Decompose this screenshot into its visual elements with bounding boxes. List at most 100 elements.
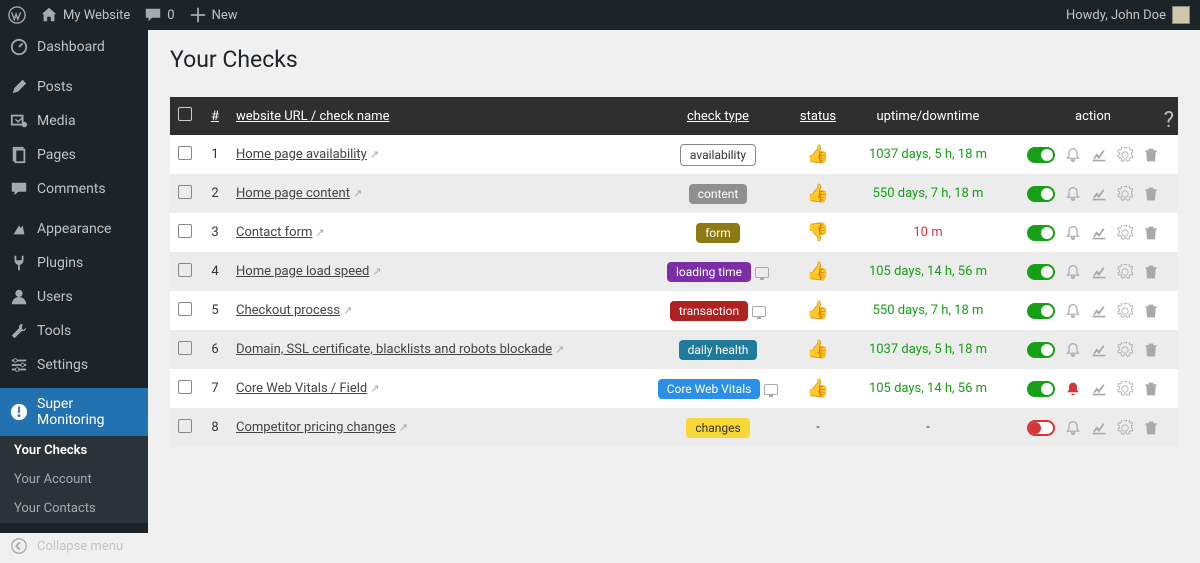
check-name-link[interactable]: Home page load speed xyxy=(236,264,369,279)
trash-icon[interactable] xyxy=(1143,225,1159,241)
new-content-link[interactable]: New xyxy=(189,6,238,24)
howdy-text[interactable]: Howdy, John Doe xyxy=(1066,8,1166,23)
sidebar-item-appearance[interactable]: Appearance xyxy=(0,212,148,246)
sidebar-item-users[interactable]: Users xyxy=(0,280,148,314)
trash-icon[interactable] xyxy=(1143,264,1159,280)
row-checkbox[interactable] xyxy=(178,419,192,433)
chart-icon[interactable] xyxy=(1091,303,1107,319)
uptime-cell: 550 days, 7 h, 18 m xyxy=(848,174,1008,213)
check-name-link[interactable]: Home page availability xyxy=(236,147,367,162)
trash-icon[interactable] xyxy=(1143,342,1159,358)
gear-icon[interactable] xyxy=(1117,225,1133,241)
col-number[interactable]: # xyxy=(200,97,230,135)
bell-icon[interactable] xyxy=(1065,147,1081,163)
bell-icon[interactable] xyxy=(1065,342,1081,358)
sidebar-item-dashboard[interactable]: Dashboard xyxy=(0,30,148,64)
gear-icon[interactable] xyxy=(1117,264,1133,280)
row-checkbox[interactable] xyxy=(178,146,192,160)
sidebar-item-comments[interactable]: Comments xyxy=(0,172,148,206)
gear-icon[interactable] xyxy=(1117,303,1133,319)
status-cell: 👍 xyxy=(788,135,848,174)
chart-icon[interactable] xyxy=(1091,264,1107,280)
submenu-your-account[interactable]: Your Account xyxy=(0,465,148,494)
check-type-badge: form xyxy=(696,223,740,243)
check-name-link[interactable]: Domain, SSL certificate, blacklists and … xyxy=(236,342,552,357)
sidebar-item-tools[interactable]: Tools xyxy=(0,314,148,348)
uptime-cell: 105 days, 14 h, 56 m xyxy=(848,252,1008,291)
enable-toggle[interactable] xyxy=(1027,264,1055,280)
submenu-your-contacts[interactable]: Your Contacts xyxy=(0,494,148,523)
monitor-icon xyxy=(764,384,778,395)
enable-toggle[interactable] xyxy=(1027,225,1055,241)
check-type-badge: loading time xyxy=(667,262,751,282)
chart-icon[interactable] xyxy=(1091,381,1107,397)
bell-icon[interactable] xyxy=(1065,303,1081,319)
enable-toggle[interactable] xyxy=(1027,303,1055,319)
trash-icon[interactable] xyxy=(1143,147,1159,163)
bell-icon[interactable] xyxy=(1065,186,1081,202)
check-type-badge: content xyxy=(689,184,748,204)
enable-toggle[interactable] xyxy=(1027,186,1055,202)
row-checkbox[interactable] xyxy=(178,263,192,277)
chart-icon[interactable] xyxy=(1091,342,1107,358)
select-all-checkbox[interactable] xyxy=(178,107,192,121)
sidebar-item-media[interactable]: Media xyxy=(0,104,148,138)
gear-icon[interactable] xyxy=(1117,147,1133,163)
row-checkbox[interactable] xyxy=(178,380,192,394)
avatar[interactable] xyxy=(1172,6,1190,24)
wp-logo[interactable] xyxy=(8,6,26,24)
help-icon[interactable]: ? xyxy=(1164,108,1174,133)
comments-link[interactable]: 0 xyxy=(144,6,174,24)
submenu-your-checks[interactable]: Your Checks xyxy=(0,436,148,465)
sidebar-item-settings[interactable]: Settings xyxy=(0,348,148,382)
sidebar-item-posts[interactable]: Posts xyxy=(0,70,148,104)
gear-icon[interactable] xyxy=(1117,381,1133,397)
col-type[interactable]: check type xyxy=(648,97,788,135)
row-checkbox[interactable] xyxy=(178,224,192,238)
bell-icon[interactable] xyxy=(1065,264,1081,280)
enable-toggle[interactable] xyxy=(1027,147,1055,163)
enable-toggle[interactable] xyxy=(1027,420,1055,436)
enable-toggle[interactable] xyxy=(1027,381,1055,397)
chart-icon[interactable] xyxy=(1091,420,1107,436)
bell-icon[interactable] xyxy=(1065,225,1081,241)
col-status[interactable]: status xyxy=(788,97,848,135)
check-name-link[interactable]: Core Web Vitals / Field xyxy=(236,381,367,396)
chart-icon[interactable] xyxy=(1091,225,1107,241)
bell-icon[interactable] xyxy=(1065,381,1081,397)
check-name-link[interactable]: Competitor pricing changes xyxy=(236,420,396,435)
col-uptime: uptime/downtime xyxy=(848,97,1008,135)
table-row: 7Core Web Vitals / Field↗Core Web Vitals… xyxy=(170,369,1178,408)
site-home-link[interactable]: My Website xyxy=(40,6,130,24)
check-name-link[interactable]: Checkout process xyxy=(236,303,340,318)
bell-icon[interactable] xyxy=(1065,420,1081,436)
col-name[interactable]: website URL / check name xyxy=(230,97,648,135)
gear-icon[interactable] xyxy=(1117,186,1133,202)
row-checkbox[interactable] xyxy=(178,302,192,316)
collapse-menu[interactable]: Collapse menu xyxy=(0,529,148,563)
chart-icon[interactable] xyxy=(1091,186,1107,202)
row-number: 4 xyxy=(200,252,230,291)
page-title: Your Checks xyxy=(170,46,1178,73)
sidebar-item-pages[interactable]: Pages xyxy=(0,138,148,172)
sidebar-item-plugins[interactable]: Plugins xyxy=(0,246,148,280)
trash-icon[interactable] xyxy=(1143,381,1159,397)
enable-toggle[interactable] xyxy=(1027,342,1055,358)
check-name-link[interactable]: Contact form xyxy=(236,225,312,240)
chart-icon[interactable] xyxy=(1091,147,1107,163)
col-action: action xyxy=(1008,97,1178,135)
site-name: My Website xyxy=(63,8,130,23)
external-link-icon: ↗ xyxy=(399,421,408,434)
check-type-badge: availability xyxy=(680,144,756,166)
gear-icon[interactable] xyxy=(1117,420,1133,436)
gear-icon[interactable] xyxy=(1117,342,1133,358)
thumb-up-icon: 👍 xyxy=(807,339,829,360)
row-checkbox[interactable] xyxy=(178,185,192,199)
trash-icon[interactable] xyxy=(1143,420,1159,436)
row-number: 6 xyxy=(200,330,230,369)
check-name-link[interactable]: Home page content xyxy=(236,186,350,201)
trash-icon[interactable] xyxy=(1143,303,1159,319)
row-checkbox[interactable] xyxy=(178,341,192,355)
sidebar-item-super-monitoring[interactable]: Super Monitoring xyxy=(0,388,148,436)
trash-icon[interactable] xyxy=(1143,186,1159,202)
